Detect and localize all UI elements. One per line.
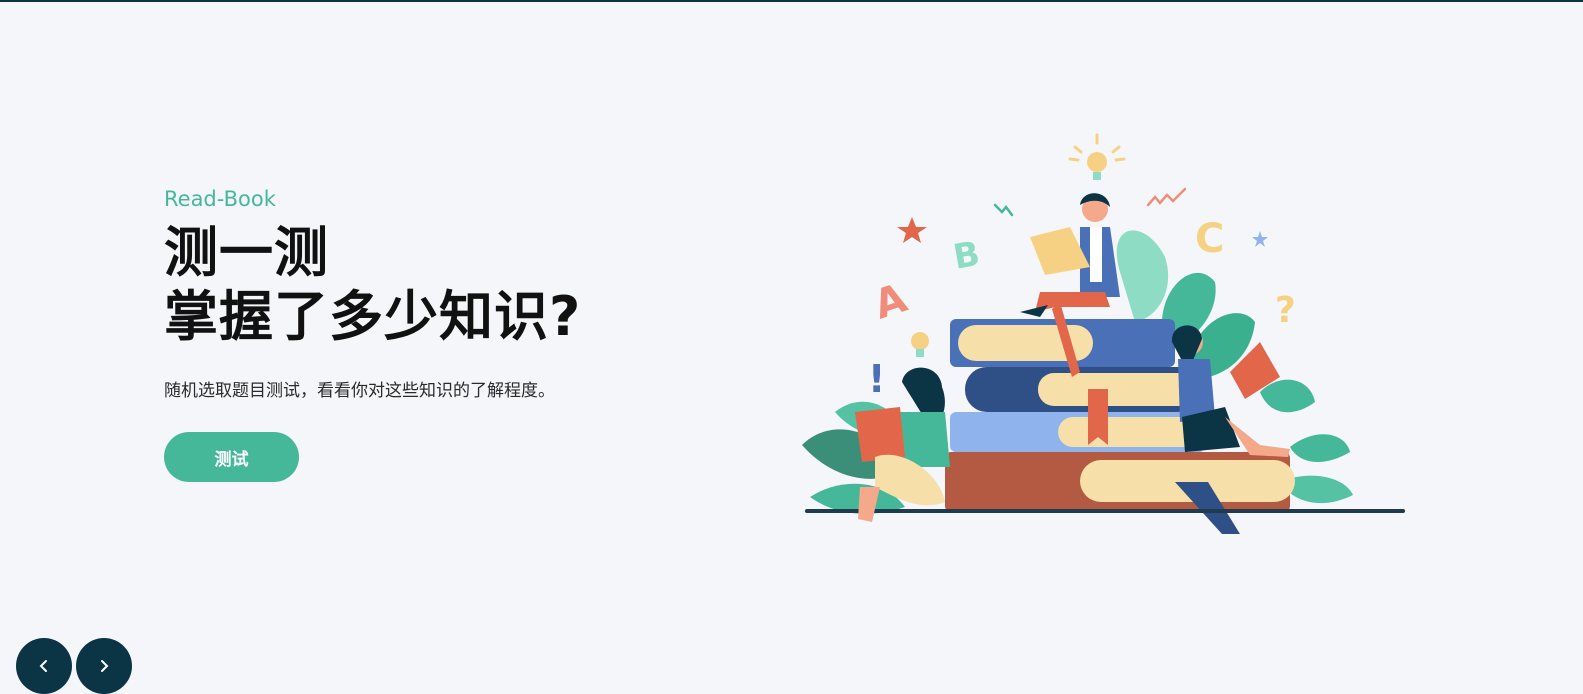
hero-title-line-2: 掌握了多少知识? — [164, 285, 582, 348]
carousel-prev-button[interactable] — [16, 638, 72, 694]
svg-text:A: A — [869, 275, 913, 328]
hero-title: 测一测 掌握了多少知识? — [164, 221, 724, 349]
hero-title-line-1: 测一测 — [164, 221, 329, 284]
hero-eyebrow: Read-Book — [164, 187, 276, 211]
svg-text:!: ! — [868, 357, 885, 401]
svg-text:B: B — [950, 234, 982, 278]
svg-text:C: C — [1195, 216, 1224, 262]
carousel-next-button[interactable] — [76, 638, 132, 694]
test-button[interactable]: 测试 — [164, 432, 299, 482]
reading-illustration: A B C ! ? — [802, 133, 1405, 534]
hero-description: 随机选取题目测试，看看你对这些知识的了解程度。 — [164, 381, 555, 401]
svg-text:?: ? — [1275, 290, 1296, 331]
hero-text: Read-Book 测一测 掌握了多少知识? 随机选取题目测试，看看你对这些知识… — [164, 185, 724, 403]
